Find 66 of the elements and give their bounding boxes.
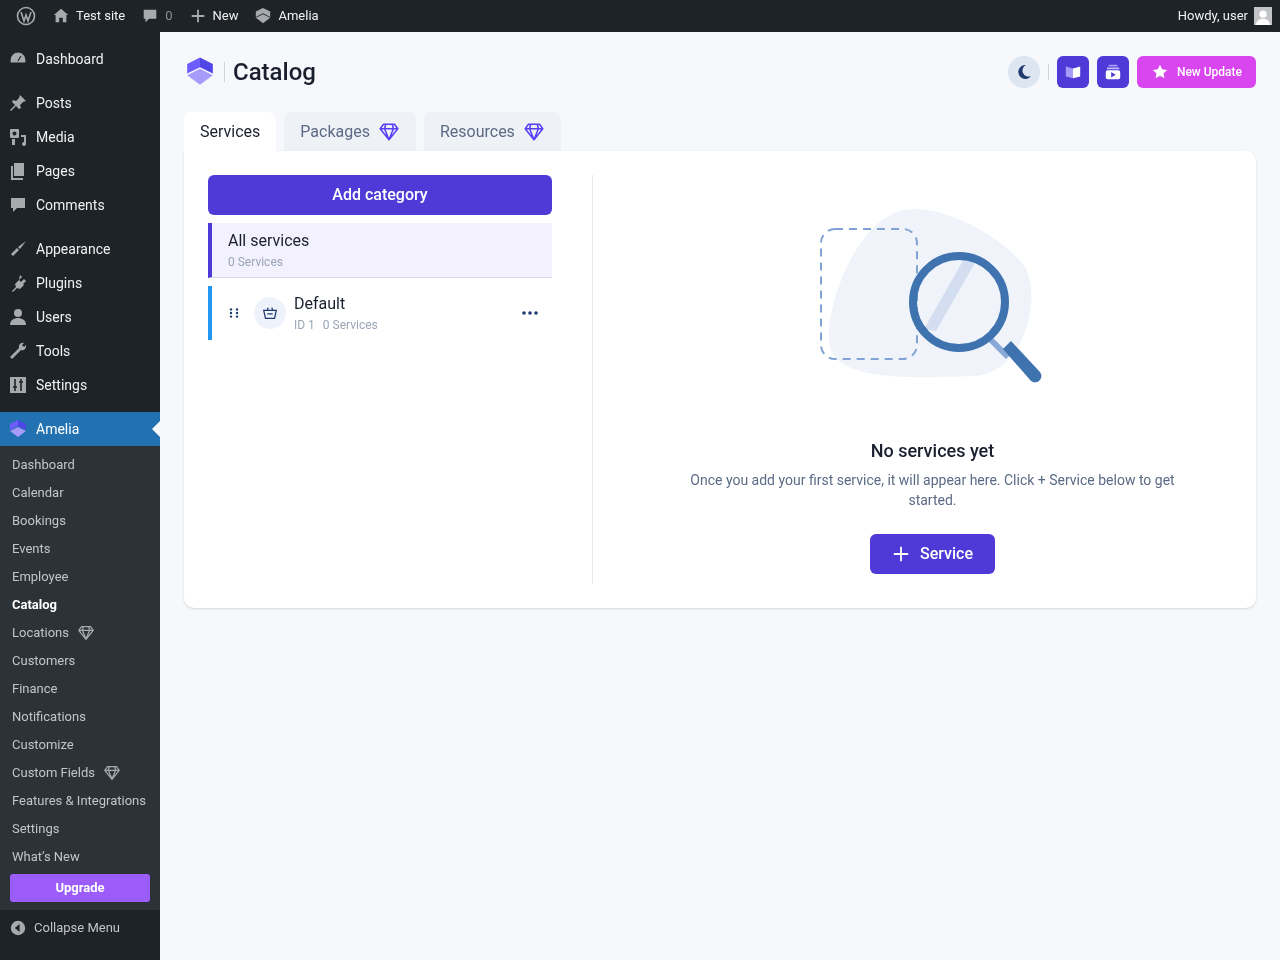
category-name: Default bbox=[294, 293, 347, 315]
submenu-item[interactable]: Features & Integrations bbox=[0, 787, 160, 815]
sidebar-menu-item[interactable]: Plugins bbox=[0, 266, 160, 300]
dark-mode-toggle[interactable] bbox=[1007, 56, 1040, 88]
add-service-button[interactable]: Service bbox=[870, 534, 995, 574]
speech-bubble-icon bbox=[8, 195, 28, 215]
avatar-icon bbox=[1254, 7, 1272, 25]
current-page-pointer bbox=[152, 421, 160, 437]
submenu-item[interactable]: Settings bbox=[0, 815, 160, 843]
submenu-item[interactable]: Locations bbox=[0, 619, 160, 647]
tab[interactable]: Services bbox=[184, 112, 277, 151]
more-options-icon bbox=[522, 311, 538, 315]
submenu-item[interactable]: Bookings bbox=[0, 507, 160, 535]
page-title: Catalog bbox=[233, 57, 316, 88]
video-stack-icon bbox=[1103, 63, 1122, 81]
user-icon bbox=[8, 307, 28, 327]
category-id: ID 1 bbox=[294, 317, 315, 334]
home-icon bbox=[52, 7, 70, 25]
sidebar-menu-item[interactable]: Amelia bbox=[0, 412, 160, 446]
star-icon bbox=[1150, 63, 1169, 81]
documentation-button[interactable] bbox=[1056, 56, 1089, 88]
submenu-item[interactable]: Calendar bbox=[0, 479, 160, 507]
shield-logo-icon bbox=[254, 7, 273, 25]
sidebar-menu-item[interactable]: Comments bbox=[0, 188, 160, 222]
plus-icon bbox=[892, 545, 910, 563]
admin-bar-link[interactable]: Amelia bbox=[246, 0, 327, 32]
add-category-button[interactable]: Add category bbox=[208, 175, 552, 215]
tab[interactable]: Resources bbox=[423, 112, 561, 151]
sidebar-menu-item[interactable]: Users bbox=[0, 300, 160, 334]
wrench-icon bbox=[8, 341, 28, 361]
submenu-item[interactable]: Employee bbox=[0, 563, 160, 591]
empty-state-message: Once you add your first service, it will appear here. Click + Service below to get started. bbox=[689, 471, 1176, 510]
sidebar-menu-item[interactable]: Dashboard bbox=[0, 42, 160, 76]
upgrade-button[interactable]: Upgrade bbox=[10, 874, 150, 902]
admin-bar-link[interactable]: Test site bbox=[44, 0, 134, 32]
sliders-icon bbox=[8, 375, 28, 395]
tab[interactable]: Packages bbox=[284, 112, 416, 151]
category-name: All services bbox=[228, 230, 311, 252]
submenu-item[interactable]: Notifications bbox=[0, 703, 160, 731]
category-count: 0 Services bbox=[322, 317, 378, 334]
sidebar-menu-item[interactable]: Media bbox=[0, 120, 160, 154]
submenu-item[interactable]: Events bbox=[0, 535, 160, 563]
account-menu[interactable]: Howdy, user bbox=[1177, 6, 1272, 26]
sidebar-menu-item[interactable]: Tools bbox=[0, 334, 160, 368]
submenu-item[interactable]: Customers bbox=[0, 647, 160, 675]
submenu-item[interactable]: Customize bbox=[0, 731, 160, 759]
category-item[interactable]: All services 0 Services bbox=[208, 223, 552, 278]
submenu-item[interactable]: Finance bbox=[0, 675, 160, 703]
sidebar-menu-item[interactable]: Posts bbox=[0, 86, 160, 120]
pushpin-icon bbox=[8, 93, 28, 113]
media-icon bbox=[8, 127, 28, 147]
submenu-item[interactable]: Custom Fields bbox=[0, 759, 160, 787]
video-tutorials-button[interactable] bbox=[1096, 56, 1129, 88]
submenu-item[interactable]: Dashboard bbox=[0, 451, 160, 479]
sidebar-menu-item[interactable]: Settings bbox=[0, 368, 160, 402]
sidebar-menu-item[interactable]: Appearance bbox=[0, 232, 160, 266]
admin-bar-link[interactable]: 0 bbox=[133, 0, 181, 32]
admin-bar-link[interactable]: New bbox=[180, 0, 247, 32]
category-count: 0 Services bbox=[228, 254, 284, 271]
empty-state-title: No services yet bbox=[870, 439, 995, 463]
wordpress-logo-icon bbox=[16, 6, 36, 26]
amelia-logo-icon bbox=[8, 419, 28, 439]
collapse-menu-button[interactable]: Collapse Menu bbox=[0, 910, 160, 946]
submenu-item[interactable]: What’s New bbox=[0, 843, 160, 871]
submenu-item[interactable]: Catalog bbox=[0, 591, 160, 619]
sidebar-menu-item[interactable]: Pages bbox=[0, 154, 160, 188]
